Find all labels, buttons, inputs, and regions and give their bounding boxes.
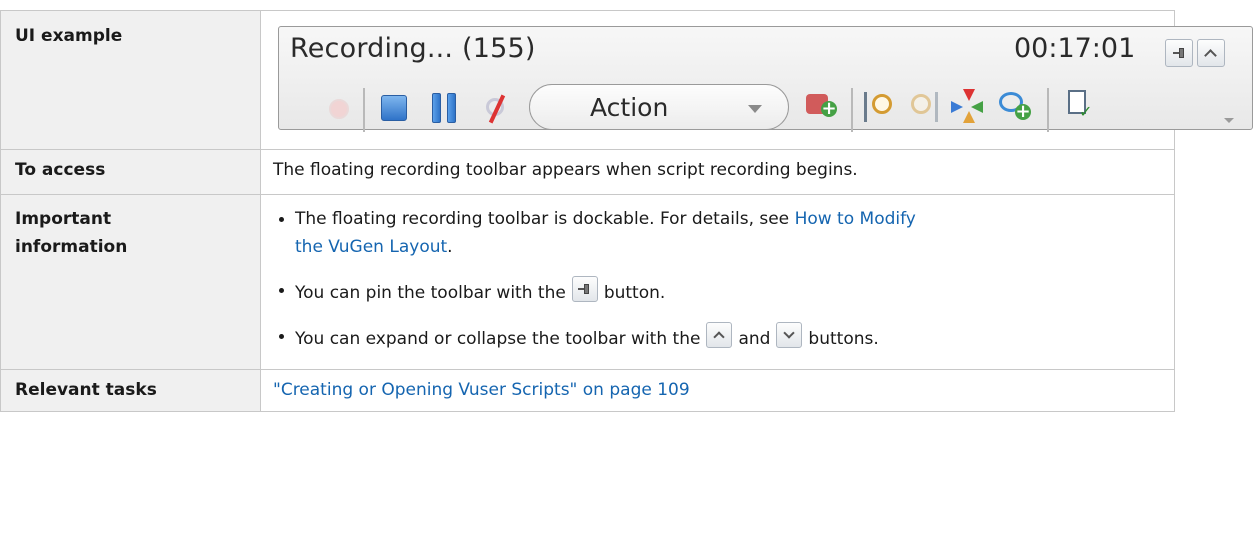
document-check-icon[interactable] — [1065, 90, 1097, 124]
pause-icon[interactable] — [432, 93, 458, 123]
start-transaction-icon[interactable] — [864, 89, 896, 125]
row-to-access: To access The floating recording toolbar… — [0, 149, 1175, 195]
list-item: You can pin the toolbar with the button. — [279, 276, 1162, 307]
list-item: The floating recording toolbar is dockab… — [279, 205, 1162, 261]
important-information-cell: The floating recording toolbar is dockab… — [260, 194, 1175, 370]
chevron-down-icon — [776, 322, 803, 348]
link-part-2[interactable]: the VuGen Layout — [295, 237, 447, 257]
creating-opening-vuser-scripts-link[interactable]: "Creating or Opening Vuser Scripts" on p… — [273, 380, 690, 400]
record-icon[interactable] — [329, 99, 349, 119]
rendezvous-icon[interactable] — [951, 89, 985, 125]
row-label-relevant-tasks: Relevant tasks — [0, 369, 261, 412]
relevant-tasks-cell: "Creating or Opening Vuser Scripts" on p… — [260, 369, 1175, 412]
info-list: The floating recording toolbar is dockab… — [273, 205, 1162, 353]
recording-status: Recording... (155) — [290, 33, 536, 64]
stop-icon[interactable] — [381, 95, 407, 121]
end-transaction-icon[interactable] — [909, 89, 941, 125]
pin-button[interactable] — [1165, 39, 1193, 67]
bullet3-and: and — [738, 329, 771, 349]
action-dropdown-value: Action — [590, 93, 669, 122]
row-label-ui-example: UI example — [0, 10, 261, 150]
toolbar-separator — [1047, 88, 1049, 132]
action-dropdown[interactable]: Action — [529, 84, 789, 130]
overflow-icon[interactable] — [1224, 118, 1234, 123]
chevron-down-icon — [748, 105, 762, 113]
insert-action-icon[interactable] — [804, 90, 837, 124]
to-access-text: The floating recording toolbar appears w… — [260, 149, 1175, 195]
bullet2-after: button. — [603, 283, 666, 303]
label-line-1: Important — [15, 209, 112, 229]
bullet3-text: You can expand or collapse the toolbar w… — [295, 329, 701, 349]
bullet1-text: The floating recording toolbar is dockab… — [295, 209, 795, 229]
toolbar-separator — [851, 88, 853, 132]
recording-toolbar: Recording... (155) 00:17:01 Action — [278, 26, 1253, 132]
list-item: You can expand or collapse the toolbar w… — [279, 322, 1162, 353]
bullet2-text: You can pin the toolbar with the — [295, 283, 566, 303]
toolbar-separator — [363, 88, 365, 132]
row-label-to-access: To access — [0, 149, 261, 195]
recording-timer: 00:17:01 — [1014, 33, 1136, 64]
label-line-2: information — [15, 237, 128, 257]
cancel-recording-icon[interactable] — [482, 94, 510, 122]
bullet3-after: buttons. — [808, 329, 879, 349]
link-part-1[interactable]: How to Modify — [795, 209, 916, 229]
row-label-important-information: Important information — [0, 194, 261, 370]
row-relevant-tasks: Relevant tasks "Creating or Opening Vuse… — [0, 369, 1175, 412]
pin-icon — [571, 276, 598, 302]
row-important-information: Important information The floating recor… — [0, 194, 1175, 370]
collapse-button[interactable] — [1197, 39, 1225, 67]
insert-comment-icon[interactable] — [999, 90, 1033, 124]
chevron-up-icon — [706, 322, 733, 348]
bullet1-period: . — [447, 237, 453, 257]
